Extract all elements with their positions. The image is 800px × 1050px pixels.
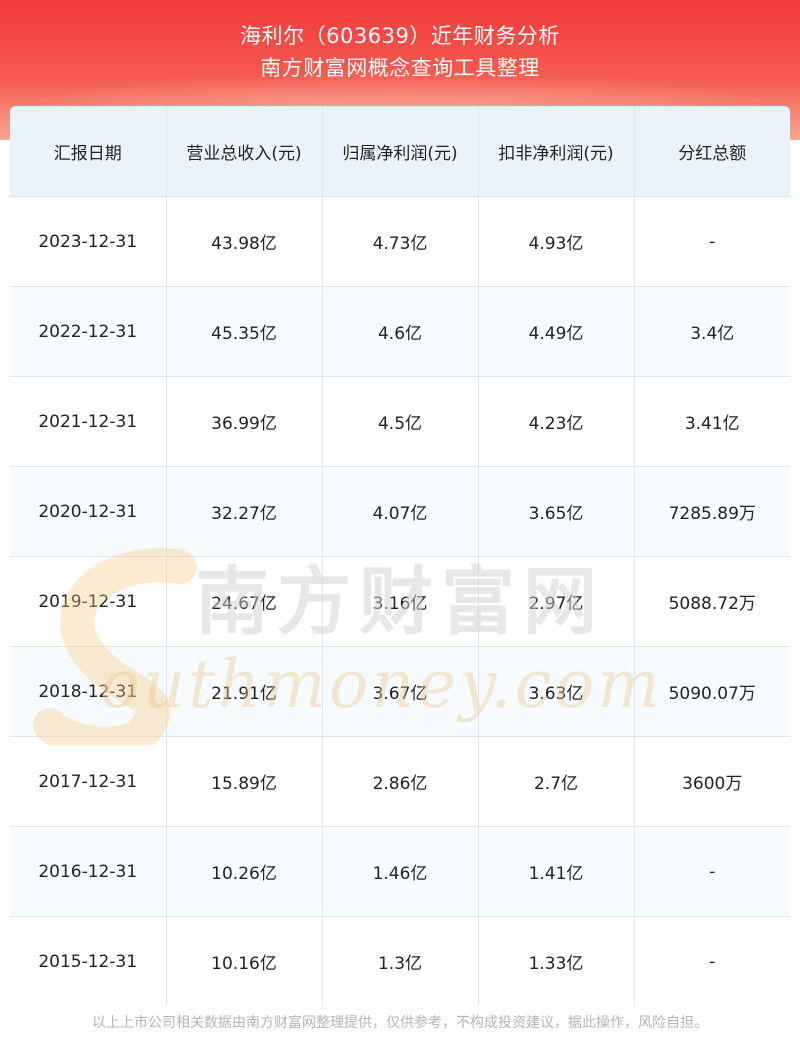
column-header: 归属净利润(元) [321,106,479,197]
table-cell: 2021-12-31 [10,376,167,467]
table-cell: 2015-12-31 [10,916,167,1006]
table-cell: 3.16亿 [321,556,479,647]
table-cell: - [633,196,790,287]
financial-table: 汇报日期 营业总收入(元) 归属净利润(元) 扣非净利润(元) 分红总额 2023-12… [10,106,790,1006]
table-cell: 2022-12-31 [10,286,167,377]
table-cell: 36.99亿 [165,376,323,467]
table-row: 2016-12-31 10.26亿 1.46亿 1.41亿 - [10,826,790,917]
table-cell: 2.7亿 [477,736,635,827]
table-cell: 3.4亿 [633,286,790,377]
table-cell: 3.65亿 [477,466,635,557]
table-cell: - [633,826,790,917]
table-row: 2018-12-31 21.91亿 3.67亿 3.63亿 5090.07万 [10,646,790,737]
table-header-row: 汇报日期 营业总收入(元) 归属净利润(元) 扣非净利润(元) 分红总额 [10,106,790,197]
table-cell: 15.89亿 [165,736,323,827]
table-cell: 1.33亿 [477,916,635,1006]
column-header: 汇报日期 [10,106,167,197]
table-cell: 45.35亿 [165,286,323,377]
table-cell: 43.98亿 [165,196,323,287]
table-cell: 2.97亿 [477,556,635,647]
title-line-2: 南方财富网概念查询工具整理 [260,56,540,80]
table-cell: 4.23亿 [477,376,635,467]
table-cell: 3.41亿 [633,376,790,467]
table-row: 2023-12-31 43.98亿 4.73亿 4.93亿 - [10,196,790,287]
table-cell: 2019-12-31 [10,556,167,647]
table-cell: 21.91亿 [165,646,323,737]
table-cell: 1.46亿 [321,826,479,917]
table-cell: 4.49亿 [477,286,635,377]
table-cell: 3.63亿 [477,646,635,737]
page-title: 海利尔（603639）近年财务分析 南方财富网概念查询工具整理 [0,20,800,84]
table-cell: 2020-12-31 [10,466,167,557]
table-cell: 7285.89万 [633,466,790,557]
table-row: 2021-12-31 36.99亿 4.5亿 4.23亿 3.41亿 [10,376,790,467]
table-cell: 3600万 [633,736,790,827]
table-cell: 4.6亿 [321,286,479,377]
table-cell: 4.5亿 [321,376,479,467]
table-cell: 3.67亿 [321,646,479,737]
table-row: 2015-12-31 10.16亿 1.3亿 1.33亿 - [10,916,790,1006]
column-header: 营业总收入(元) [165,106,323,197]
title-line-1: 海利尔（603639）近年财务分析 [240,24,560,48]
table-cell: 24.67亿 [165,556,323,647]
table-cell: 2.86亿 [321,736,479,827]
table-cell: 10.16亿 [165,916,323,1006]
table-cell: 32.27亿 [165,466,323,557]
table-cell: - [633,916,790,1006]
table-cell: 1.3亿 [321,916,479,1006]
column-header: 扣非净利润(元) [477,106,635,197]
table-cell: 4.07亿 [321,466,479,557]
table-row: 2020-12-31 32.27亿 4.07亿 3.65亿 7285.89万 [10,466,790,557]
table-row: 2017-12-31 15.89亿 2.86亿 2.7亿 3600万 [10,736,790,827]
disclaimer-text: 以上上市公司相关数据由南方财富网整理提供，仅供参考，不构成投资建议，据此操作，风… [92,1015,708,1031]
table-cell: 5088.72万 [633,556,790,647]
table-cell: 2017-12-31 [10,736,167,827]
table-cell: 2016-12-31 [10,826,167,917]
table-card: 汇报日期 营业总收入(元) 归属净利润(元) 扣非净利润(元) 分红总额 2023-12… [10,106,790,1006]
table-row: 2019-12-31 24.67亿 3.16亿 2.97亿 5088.72万 [10,556,790,647]
table-cell: 4.73亿 [321,196,479,287]
table-row: 2022-12-31 45.35亿 4.6亿 4.49亿 3.4亿 [10,286,790,377]
table-cell: 4.93亿 [477,196,635,287]
table-body: 2023-12-31 43.98亿 4.73亿 4.93亿 -2022-12-31 45.… [10,196,790,1006]
table-cell: 10.26亿 [165,826,323,917]
table-cell: 1.41亿 [477,826,635,917]
column-header: 分红总额 [633,106,790,197]
table-cell: 2018-12-31 [10,646,167,737]
table-cell: 2023-12-31 [10,196,167,287]
table-cell: 5090.07万 [633,646,790,737]
